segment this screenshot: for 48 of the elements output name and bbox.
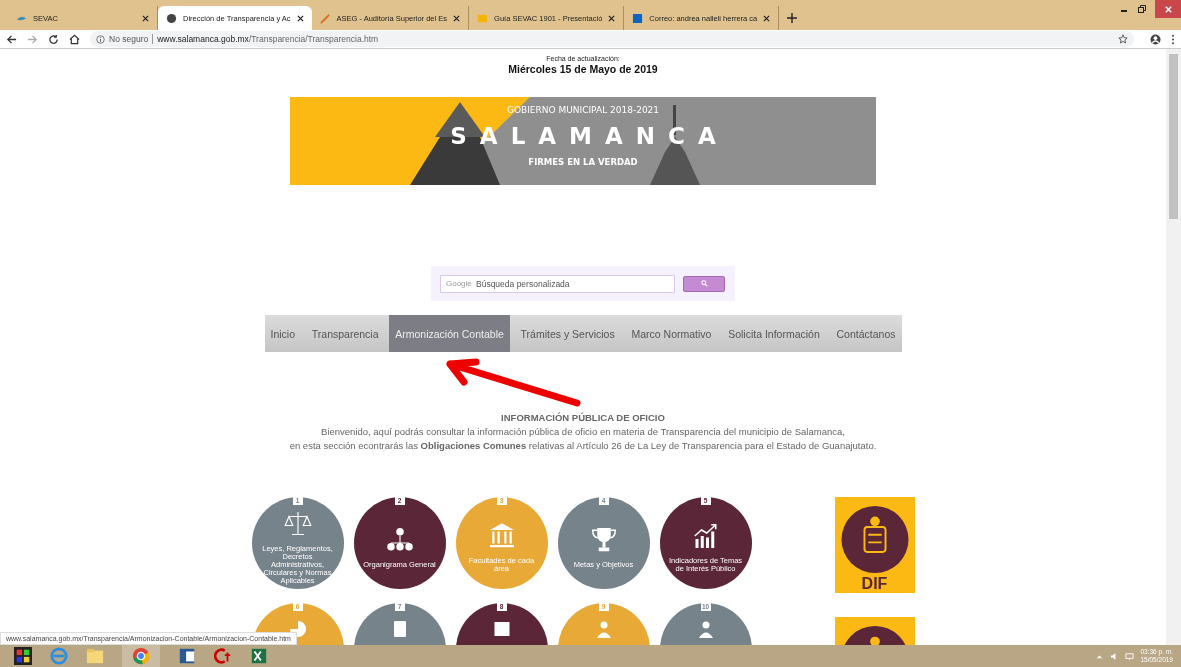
tab-favicon-icon [632, 12, 644, 24]
home-icon[interactable] [69, 33, 80, 45]
search-icon [700, 280, 708, 287]
account-icon[interactable] [1150, 33, 1161, 45]
tab-favicon-icon [477, 12, 489, 24]
intro-heading: INFORMACIÓN PÚBLICA DE OFICIO [501, 411, 665, 425]
nav-link[interactable]: Transparencia [305, 315, 385, 352]
dif-card[interactable]: DIF [834, 497, 915, 593]
colorful-app-icon[interactable] [14, 647, 32, 665]
reload-icon[interactable] [48, 33, 59, 45]
close-tab-icon[interactable] [142, 14, 149, 22]
spreadsheet-app-icon[interactable] [250, 647, 268, 665]
close-window-button[interactable] [1155, 0, 1181, 18]
nav-link[interactable]: Solicita Información [722, 315, 826, 352]
nav-link[interactable]: Armonización Contable [389, 315, 510, 352]
dif-label: DIF [861, 575, 888, 593]
back-arrow-icon[interactable] [6, 33, 17, 45]
intro-text: en esta sección econtrarás las Obligaciones Comunes relativas al Artículo 26 de La Ley de Transparencia para el Estado de Guanajutato. [289, 439, 877, 453]
star-icon[interactable] [1118, 34, 1128, 44]
nav-link[interactable]: Marco Normativo [625, 315, 718, 352]
url-text: www.salamanca.gob.mx/Transparencia/Transparencia.htm [157, 34, 379, 44]
close-tab-icon[interactable] [453, 14, 461, 22]
close-icon [1163, 4, 1173, 14]
close-tab-icon[interactable] [763, 14, 771, 22]
close-tab-icon[interactable] [608, 14, 616, 22]
google-brand-label: Google [446, 278, 472, 289]
app-icon[interactable] [214, 647, 232, 665]
address-bar[interactable]: No seguro www.salamanca.gob.mx/Transparencia/Transparencia.htm [90, 31, 1134, 47]
nav-link[interactable]: Contáctanos [830, 315, 902, 352]
security-label: No seguro [109, 34, 149, 44]
intro-text: Bienvenido, aquí podrás consultar la información pública de oficio en materia de Transparencia del municipio de Salamanca, [321, 425, 845, 439]
scrollbar[interactable] [1166, 49, 1181, 645]
menu-icon[interactable] [1171, 33, 1175, 45]
chrome-taskbar-button[interactable] [122, 645, 160, 667]
new-tab-icon[interactable] [787, 13, 798, 23]
document-app-icon[interactable] [178, 647, 196, 665]
banner-slogan: FIRMES EN LA VERDAD [528, 157, 638, 167]
info-icon [96, 34, 105, 44]
close-tab-icon[interactable] [296, 14, 304, 22]
tab-favicon-icon [166, 12, 177, 24]
restore-icon[interactable] [1137, 4, 1147, 14]
browser-icon [132, 647, 150, 665]
search-button[interactable] [683, 275, 725, 292]
tab-favicon-icon [319, 12, 331, 24]
nav-link[interactable]: Inicio [264, 315, 301, 352]
nav-link[interactable]: Trámites y Servicios [514, 315, 621, 352]
crest-emblem-icon [840, 506, 909, 573]
update-date: Miércoles 15 de Mayo de 2019 [508, 63, 658, 75]
